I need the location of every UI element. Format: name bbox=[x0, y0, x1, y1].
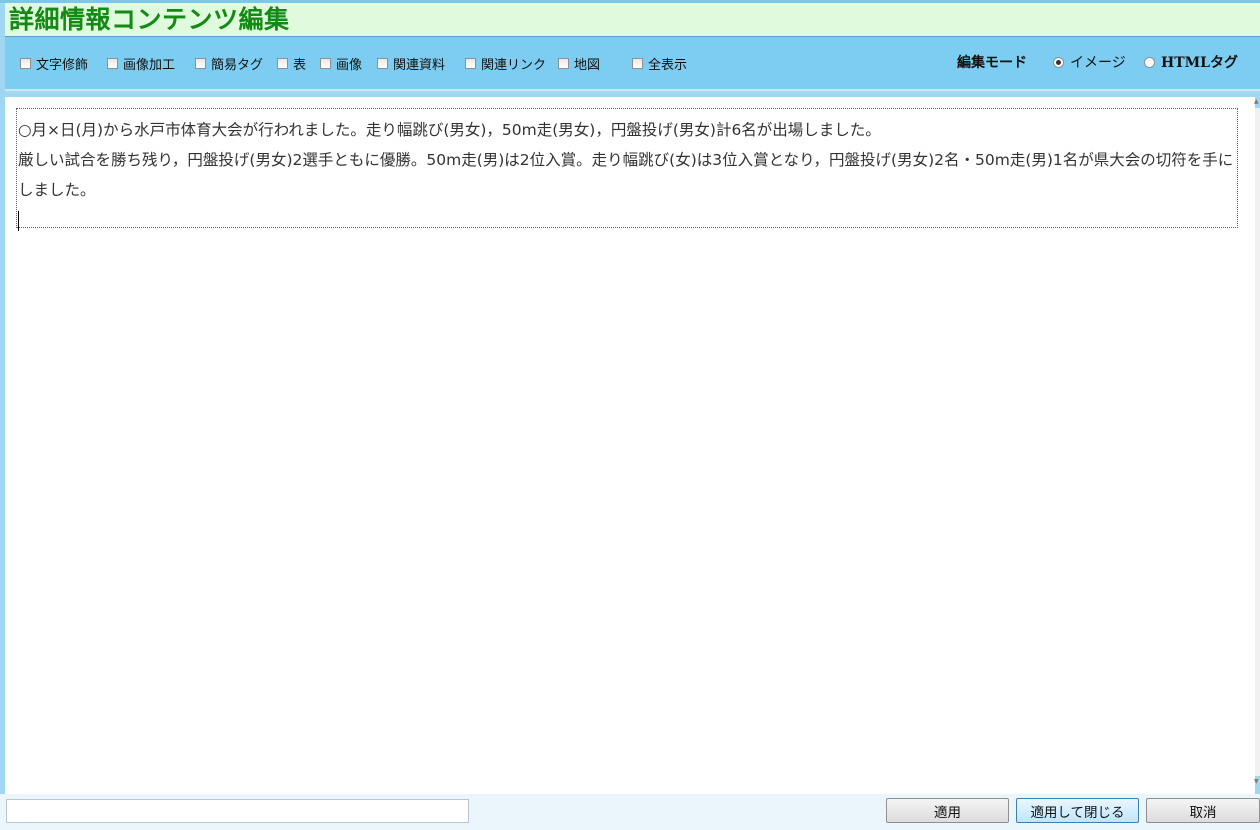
vertical-scrollbar[interactable] bbox=[1255, 108, 1260, 776]
option-related-materials[interactable]: 関連資料 bbox=[377, 55, 446, 73]
mode-image-radio[interactable]: イメージ bbox=[1053, 53, 1126, 71]
edit-mode-label: 編集モード bbox=[957, 55, 1027, 71]
option-label: 関連リンク bbox=[481, 57, 547, 73]
checkbox-icon[interactable] bbox=[558, 57, 569, 69]
option-label: 簡易タグ bbox=[211, 57, 264, 73]
checkbox-icon[interactable] bbox=[465, 57, 476, 69]
apply-and-close-button[interactable]: 適用して閉じる bbox=[1016, 798, 1139, 823]
option-text-decoration[interactable]: 文字修飾 bbox=[20, 55, 89, 73]
checkbox-icon[interactable] bbox=[195, 57, 206, 69]
option-label: 画像加工 bbox=[123, 57, 176, 73]
text-caret bbox=[18, 210, 19, 231]
option-label: 全表示 bbox=[648, 57, 688, 73]
content-editable-area[interactable]: ○月×日(月)から水戸市体育大会が行われました。走り幅跳び(男女)，50m走(男… bbox=[16, 108, 1238, 231]
option-image-processing[interactable]: 画像加工 bbox=[107, 55, 176, 73]
option-simple-tags[interactable]: 簡易タグ bbox=[195, 55, 264, 73]
checkbox-icon[interactable] bbox=[20, 57, 31, 69]
mode-html-radio[interactable]: HTMLタグ bbox=[1144, 53, 1238, 71]
toolbar-divider-2 bbox=[5, 91, 1260, 93]
content-paragraph: 厳しい試合を勝ち残り，円盤投げ(男女)2選手ともに優勝。50m走(男)は2位入賞… bbox=[18, 151, 1234, 199]
checkbox-icon[interactable] bbox=[632, 57, 643, 69]
option-label: 画像 bbox=[336, 57, 363, 73]
option-label: 文字修飾 bbox=[36, 57, 89, 73]
status-field[interactable] bbox=[6, 799, 469, 823]
page-title: 詳細情報コンテンツ編集 bbox=[9, 5, 290, 34]
checkbox-icon[interactable] bbox=[277, 57, 288, 69]
option-table[interactable]: 表 bbox=[277, 55, 307, 73]
checkbox-icon[interactable] bbox=[377, 57, 388, 69]
content-paragraph: ○月×日(月)から水戸市体育大会が行われました。走り幅跳び(男女)，50m走(男… bbox=[18, 121, 881, 139]
editor-window: 詳細情報コンテンツ編集 文字修飾 画像加工 簡易タグ 表 画像 関連資料 関連リ… bbox=[0, 0, 1260, 830]
option-image[interactable]: 画像 bbox=[320, 55, 363, 73]
scroll-down-icon[interactable]: ▼ bbox=[1254, 778, 1260, 786]
checkbox-icon[interactable] bbox=[107, 57, 118, 69]
checkbox-icon[interactable] bbox=[320, 57, 331, 69]
scroll-up-icon[interactable]: ▲ bbox=[1254, 98, 1260, 106]
option-label: 表 bbox=[293, 57, 307, 73]
option-related-links[interactable]: 関連リンク bbox=[465, 55, 547, 73]
radio-selected-icon[interactable] bbox=[1053, 56, 1064, 68]
apply-button[interactable]: 適用 bbox=[886, 798, 1009, 823]
option-label: 関連資料 bbox=[393, 57, 446, 73]
mode-label-html: HTMLタグ bbox=[1161, 55, 1238, 71]
option-label: 地図 bbox=[574, 57, 601, 73]
mode-label-image: イメージ bbox=[1070, 55, 1126, 71]
radio-unselected-icon[interactable] bbox=[1144, 56, 1155, 68]
option-show-all[interactable]: 全表示 bbox=[632, 55, 688, 73]
cancel-button[interactable]: 取消 bbox=[1146, 798, 1260, 823]
title-bar: 詳細情報コンテンツ編集 bbox=[5, 3, 1260, 37]
text-caret-line bbox=[18, 205, 1235, 235]
option-map[interactable]: 地図 bbox=[558, 55, 601, 73]
